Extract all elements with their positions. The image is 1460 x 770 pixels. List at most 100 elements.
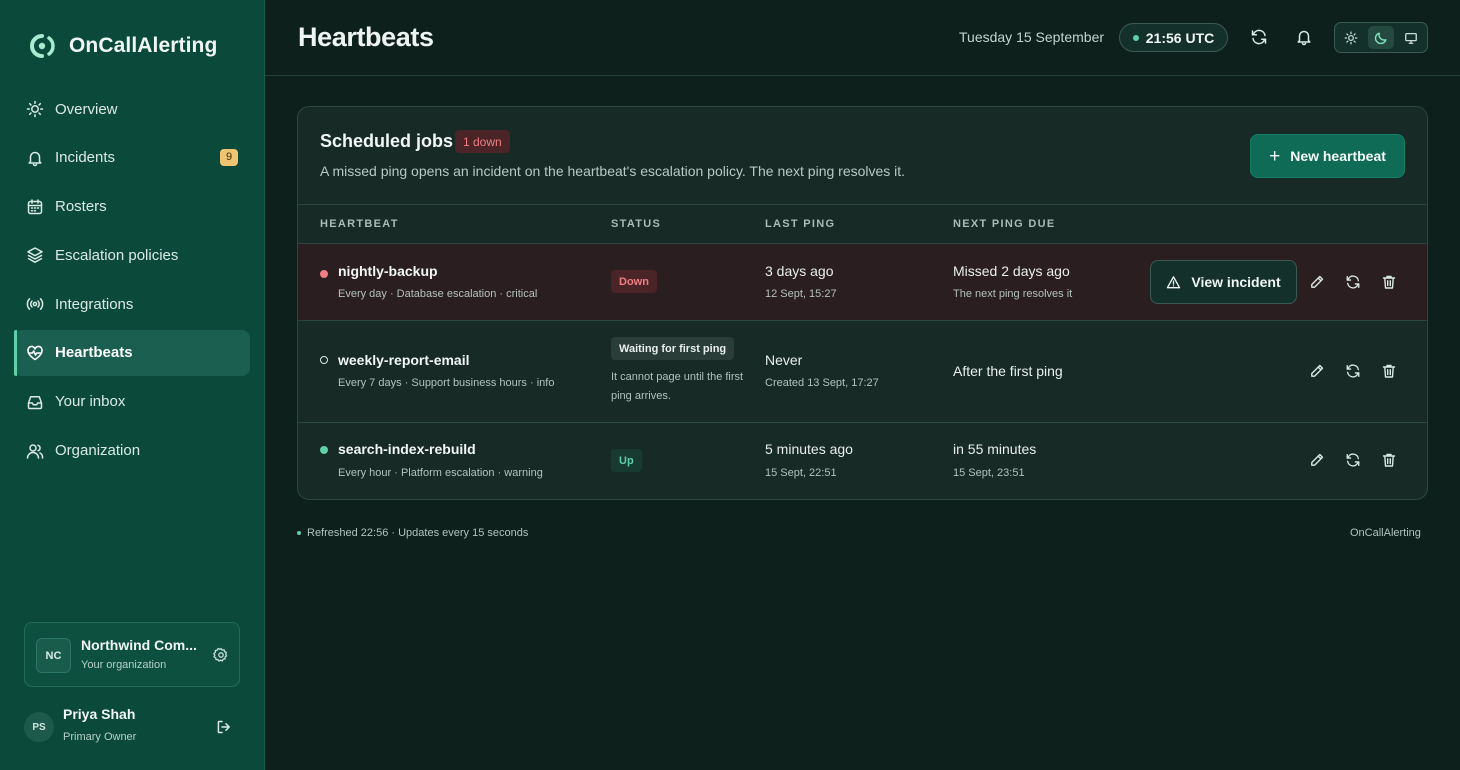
heartbeat-name[interactable]: search-index-rebuild	[338, 441, 476, 457]
heart-pulse-icon	[25, 343, 45, 363]
notifications-bell-icon[interactable]	[1294, 27, 1314, 47]
heartbeat-meta: Every day · Database escalation · critic…	[338, 288, 538, 300]
edit-pencil-icon[interactable]	[1308, 362, 1326, 380]
heartbeat-name[interactable]: weekly-report-email	[338, 352, 470, 368]
view-incident-button[interactable]: View incident	[1150, 260, 1297, 304]
delete-trash-icon[interactable]	[1380, 273, 1398, 291]
org-subtitle: Your organization	[81, 659, 167, 671]
org-avatar: NC	[36, 638, 71, 673]
bell-icon	[25, 148, 45, 168]
calendar-icon	[25, 197, 45, 217]
rotate-key-refresh-icon[interactable]	[1344, 451, 1362, 469]
new-heartbeat-button[interactable]: + New heartbeat	[1250, 134, 1405, 178]
status-note: It cannot page until the first ping arri…	[611, 371, 744, 402]
status-badge: Waiting for first ping	[611, 337, 735, 360]
brand-logo-icon	[30, 34, 55, 58]
sun-icon	[25, 99, 45, 119]
sidebar-item-label: Rosters	[55, 198, 107, 216]
broadcast-icon	[25, 294, 45, 314]
edit-pencil-icon[interactable]	[1308, 451, 1326, 469]
sidebar-item-label: Organization	[55, 442, 141, 460]
theme-system-monitor-icon[interactable]	[1398, 26, 1424, 49]
user-name: Priya Shah	[63, 706, 136, 722]
new-heartbeat-label: New heartbeat	[1290, 148, 1386, 164]
sidebar-item-rosters[interactable]: Rosters	[14, 184, 250, 230]
footer-brand: OnCallAlerting	[1350, 527, 1421, 539]
status-badge: Up	[611, 449, 642, 472]
last-ping: 5 minutes ago	[765, 441, 853, 457]
delete-trash-icon[interactable]	[1380, 451, 1398, 469]
theme-light-sun-icon[interactable]	[1338, 26, 1364, 49]
avatar[interactable]: PS	[24, 712, 54, 742]
edit-pencil-icon[interactable]	[1308, 273, 1326, 291]
utc-clock: 21:56 UTC	[1119, 23, 1228, 52]
sidebar-item-label: Your inbox	[55, 393, 126, 411]
column-header-last-ping: LAST PING	[765, 218, 836, 230]
refresh-status: Refreshed 22:56 · Updates every 15 secon…	[297, 527, 528, 539]
heartbeat-meta: Every hour · Platform escalation · warni…	[338, 467, 543, 479]
last-ping-time: 12 Sept, 15:27	[765, 288, 837, 300]
top-header: Heartbeats Tuesday 15 September 21:56 UT…	[265, 0, 1460, 76]
refresh-status-text: Refreshed 22:56 · Updates every 15 secon…	[307, 527, 529, 539]
theme-toggle	[1334, 22, 1428, 53]
sidebar-item-label: Integrations	[55, 295, 134, 313]
sidebar-item-heartbeats[interactable]: Heartbeats	[14, 329, 250, 376]
gear-icon[interactable]	[213, 647, 229, 663]
status-badge: Down	[611, 270, 657, 293]
live-dot-icon	[297, 531, 301, 535]
next-ping-note: The next ping resolves it	[953, 288, 1073, 300]
sidebar-item-escalation-policies[interactable]: Escalation policies	[14, 232, 250, 278]
org-name: Northwind Com...	[81, 637, 197, 653]
rotate-key-refresh-icon[interactable]	[1344, 362, 1362, 380]
sidebar-item-incidents[interactable]: Incidents 9	[14, 135, 250, 181]
table-row[interactable]: weekly-report-email Every 7 days · Suppo…	[298, 321, 1427, 423]
status-dot-icon	[1132, 34, 1139, 41]
rotate-key-refresh-icon[interactable]	[1344, 273, 1362, 291]
column-header-next-ping: NEXT PING DUE	[953, 218, 1056, 230]
last-ping: 3 days ago	[765, 263, 834, 279]
card-title: Scheduled jobs	[320, 131, 454, 151]
next-ping: in 55 minutes	[953, 441, 1037, 457]
heartbeat-name[interactable]: nightly-backup	[338, 263, 438, 279]
sidebar-item-integrations[interactable]: Integrations	[14, 281, 250, 327]
next-ping: Missed 2 days ago	[953, 263, 1070, 279]
plus-icon: +	[1269, 145, 1281, 167]
status-dot-up-icon	[320, 446, 328, 454]
user-profile: PS Priya Shah Primary Owner	[24, 703, 240, 753]
view-incident-label: View incident	[1191, 274, 1281, 290]
created-time: Created 13 Sept, 17:27	[765, 377, 879, 389]
scheduled-jobs-card: Scheduled jobs 1 down A missed ping open…	[297, 106, 1428, 500]
organization-card[interactable]: NC Northwind Com... Your organization	[24, 622, 240, 687]
sidebar: OnCallAlerting Overview Incidents 9 Rost…	[0, 0, 265, 770]
sidebar-item-label: Escalation policies	[55, 246, 179, 264]
theme-dark-moon-icon[interactable]	[1368, 26, 1394, 49]
utc-time: 21:56 UTC	[1145, 29, 1215, 46]
users-icon	[25, 441, 45, 461]
status-dot-down-icon	[320, 270, 328, 278]
delete-trash-icon[interactable]	[1380, 362, 1398, 380]
refresh-icon[interactable]	[1249, 27, 1269, 47]
inbox-icon	[25, 392, 45, 412]
table-header: HEARTBEAT STATUS LAST PING NEXT PING DUE	[298, 204, 1427, 244]
sidebar-item-label: Overview	[55, 100, 118, 118]
next-ping-time: 15 Sept, 23:51	[953, 467, 1025, 479]
column-header-heartbeat: HEARTBEAT	[320, 218, 399, 230]
logout-icon[interactable]	[216, 719, 232, 735]
layers-icon	[25, 245, 45, 265]
sidebar-nav: Overview Incidents 9 Rosters Escalation …	[14, 86, 250, 476]
page-title: Heartbeats	[298, 22, 434, 52]
brand-name: OnCallAlerting	[69, 34, 218, 57]
sidebar-item-label: Heartbeats	[55, 344, 133, 362]
table-row[interactable]: nightly-backup Every day · Database esca…	[298, 244, 1427, 321]
sidebar-item-overview[interactable]: Overview	[14, 86, 250, 132]
last-ping: Never	[765, 352, 803, 368]
status-dot-pending-icon	[320, 356, 328, 364]
brand[interactable]: OnCallAlerting	[25, 32, 217, 60]
user-role: Primary Owner	[63, 731, 137, 743]
heartbeat-meta: Every 7 days · Support business hours · …	[338, 377, 555, 389]
table-row[interactable]: search-index-rebuild Every hour · Platfo…	[298, 423, 1427, 499]
incidents-count-badge: 9	[220, 148, 238, 166]
last-ping-time: 15 Sept, 22:51	[765, 467, 837, 479]
sidebar-item-organization[interactable]: Organization	[14, 428, 250, 474]
sidebar-item-your-inbox[interactable]: Your inbox	[14, 379, 250, 425]
